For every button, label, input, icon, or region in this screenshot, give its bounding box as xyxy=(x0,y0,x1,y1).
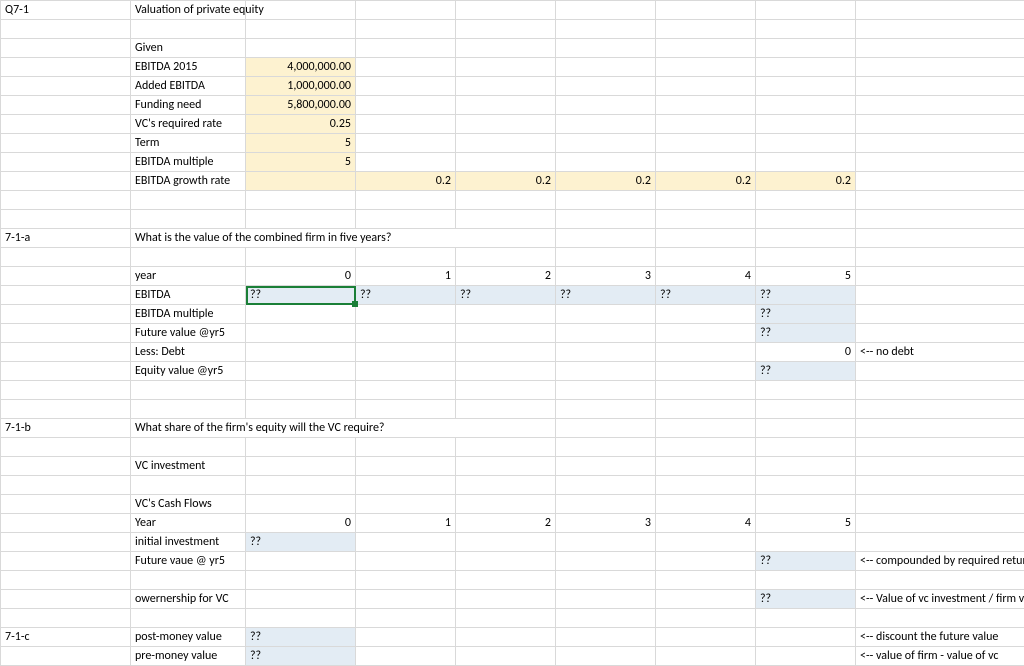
eq-y5[interactable]: ?? xyxy=(756,362,856,381)
funding-value[interactable]: 5,800,000.00 xyxy=(246,96,356,115)
added-value[interactable]: 1,000,000.00 xyxy=(246,77,356,96)
year-5[interactable]: 5 xyxy=(756,267,856,286)
part-c-id[interactable]: 7-1-c xyxy=(1,628,131,647)
growth-y5[interactable]: 0.2 xyxy=(756,172,856,191)
year-b-0[interactable]: 0 xyxy=(246,514,356,533)
year-label-a[interactable]: year xyxy=(131,267,246,286)
pre-label[interactable]: pre-money value xyxy=(131,647,246,666)
added-label[interactable]: Added EBITDA xyxy=(131,77,246,96)
own-y5[interactable]: ?? xyxy=(756,590,856,609)
cell-title[interactable]: Valuation of private equity xyxy=(131,1,246,20)
post-label[interactable]: post-money value xyxy=(131,628,246,647)
ebitda2015-value[interactable]: 4,000,000.00 xyxy=(246,58,356,77)
own-label[interactable]: owernership for VC xyxy=(131,590,246,609)
part-a-id[interactable]: 7-1-a xyxy=(1,229,131,248)
init-label[interactable]: initial investment xyxy=(131,533,246,552)
ebitda-y1[interactable]: ?? xyxy=(356,286,456,305)
growth-label[interactable]: EBITDA growth rate xyxy=(131,172,246,191)
year-0[interactable]: 0 xyxy=(246,267,356,286)
part-b-q[interactable]: What share of the firm's equity will the… xyxy=(131,419,556,438)
rate-value[interactable]: 0.25 xyxy=(246,115,356,134)
debt-note[interactable]: <-- no debt xyxy=(856,343,1024,362)
year-b-2[interactable]: 2 xyxy=(456,514,556,533)
ebitda-y2[interactable]: ?? xyxy=(456,286,556,305)
cell-q[interactable]: Q7-1 xyxy=(1,1,131,20)
year-3[interactable]: 3 xyxy=(556,267,656,286)
own-note[interactable]: <-- Value of vc investment / firm value xyxy=(856,590,1024,609)
term-label[interactable]: Term xyxy=(131,134,246,153)
growth-y4[interactable]: 0.2 xyxy=(656,172,756,191)
rate-label[interactable]: VC's required rate xyxy=(131,115,246,134)
year-b-5[interactable]: 5 xyxy=(756,514,856,533)
ebitda-y5[interactable]: ?? xyxy=(756,286,856,305)
post-note[interactable]: <-- discount the future value xyxy=(856,628,1024,647)
post-value[interactable]: ?? xyxy=(246,628,356,647)
eq-label[interactable]: Equity value @yr5 xyxy=(131,362,246,381)
fv-label-b[interactable]: Future vaue @ yr5 xyxy=(131,552,246,571)
year-1[interactable]: 1 xyxy=(356,267,456,286)
pre-value[interactable]: ?? xyxy=(246,647,356,666)
ebitda-label-a[interactable]: EBITDA xyxy=(131,286,246,305)
ebitda-y3[interactable]: ?? xyxy=(556,286,656,305)
mult-value[interactable]: 5 xyxy=(246,153,356,172)
pre-note[interactable]: <-- value of firm - value of vc xyxy=(856,647,1024,666)
growth-y1[interactable]: 0.2 xyxy=(356,172,456,191)
funding-label[interactable]: Funding need xyxy=(131,96,246,115)
ebitda2015-label[interactable]: EBITDA 2015 xyxy=(131,58,246,77)
debt-y5[interactable]: 0 xyxy=(756,343,856,362)
ebitda-y0[interactable]: ?? xyxy=(246,286,356,305)
ebitda-mult-label-a[interactable]: EBITDA multiple xyxy=(131,305,246,324)
year-b-3[interactable]: 3 xyxy=(556,514,656,533)
growth-y2[interactable]: 0.2 xyxy=(456,172,556,191)
ebitda-mult-y5[interactable]: ?? xyxy=(756,305,856,324)
given-label[interactable]: Given xyxy=(131,39,246,58)
fv-y5-a[interactable]: ?? xyxy=(756,324,856,343)
spreadsheet[interactable]: Q7-1 Valuation of private equity Given E… xyxy=(0,0,1024,666)
year-2[interactable]: 2 xyxy=(456,267,556,286)
year-4[interactable]: 4 xyxy=(656,267,756,286)
fv-note-b[interactable]: <-- compounded by required return xyxy=(856,552,1024,571)
term-value[interactable]: 5 xyxy=(246,134,356,153)
part-b-id[interactable]: 7-1-b xyxy=(1,419,131,438)
year-label-b[interactable]: Year xyxy=(131,514,246,533)
cashflows-label[interactable]: VC's Cash Flows xyxy=(131,495,246,514)
year-b-1[interactable]: 1 xyxy=(356,514,456,533)
fv-label-a[interactable]: Future value @yr5 xyxy=(131,324,246,343)
init-y0[interactable]: ?? xyxy=(246,533,356,552)
vcinv-label[interactable]: VC investment xyxy=(131,457,246,476)
year-b-4[interactable]: 4 xyxy=(656,514,756,533)
fv-y5-b[interactable]: ?? xyxy=(756,552,856,571)
growth-y3[interactable]: 0.2 xyxy=(556,172,656,191)
debt-label[interactable]: Less: Debt xyxy=(131,343,246,362)
mult-label[interactable]: EBITDA multiple xyxy=(131,153,246,172)
ebitda-y4[interactable]: ?? xyxy=(656,286,756,305)
part-a-q[interactable]: What is the value of the combined firm i… xyxy=(131,229,556,248)
